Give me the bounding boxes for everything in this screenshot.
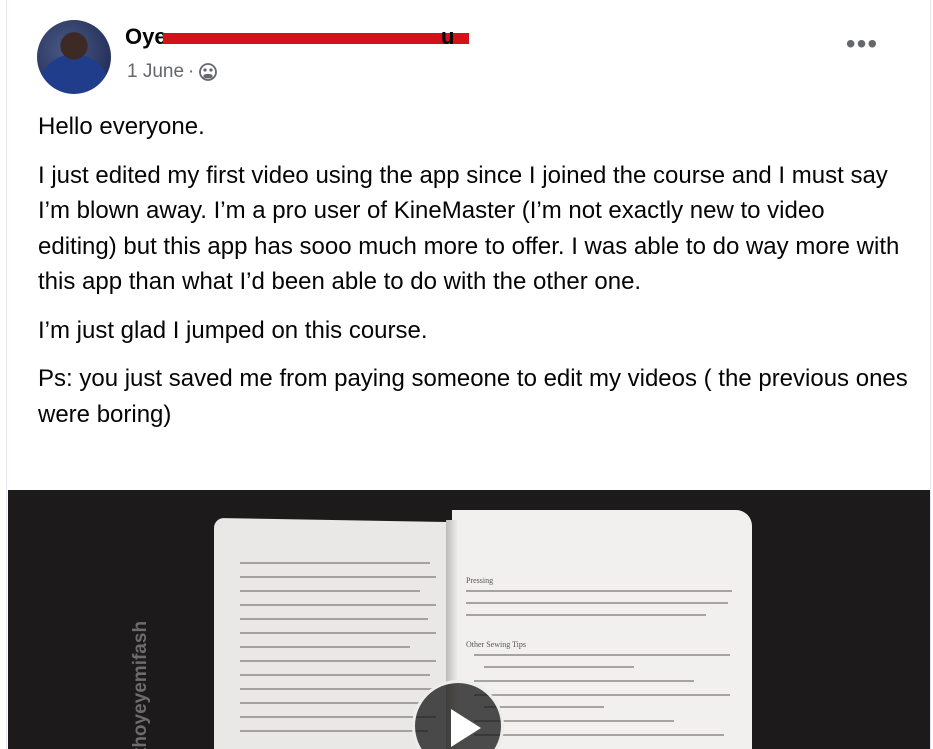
page-text-line [466,614,706,616]
page-text-line [240,576,436,578]
redaction-bar [163,33,469,44]
page-text-line [240,716,436,718]
post-meta: 1 June · [127,61,218,83]
page-text-line [240,562,430,564]
watermark-container: thoyeyemifash [126,590,160,749]
page-text-line [466,602,728,604]
page-text-line [240,674,430,676]
more-options-icon[interactable]: ••• [842,30,882,58]
post-paragraph: I just edited my first video using the a… [38,161,900,296]
page-text-line [474,720,674,722]
page-text-line [466,590,732,592]
page-text-line [474,680,694,682]
meta-separator: · [188,61,195,82]
avatar[interactable] [37,20,111,94]
post-body: Hello everyone. I just edited my first v… [38,109,908,445]
page-text-line [240,632,436,634]
page-text-line [240,604,436,606]
post-paragraph: Hello everyone. [38,113,205,140]
page-text-line [240,618,428,620]
page-text-line [240,730,428,732]
video-watermark: thoyeyemifash [130,620,151,749]
page-text-line [474,734,724,736]
post-paragraph: Ps: you just saved me from paying someon… [38,365,908,428]
page-text-line [484,706,604,708]
post-card: Oye u 1 June · ••• Hello everyone. I jus… [6,0,931,749]
globe-icon[interactable] [198,62,218,82]
post-video[interactable]: Pressing Other Sewing Tips thoyeyemifash [8,490,930,749]
page-heading: Pressing [466,576,494,585]
page-text-line [240,590,420,592]
page-heading: Other Sewing Tips [466,640,527,649]
post-date[interactable]: 1 June [127,61,184,83]
page-text-line [240,646,410,648]
author-name-tail[interactable]: u [441,24,454,50]
author-name-visible[interactable]: Oye [125,24,167,49]
author-name[interactable]: Oye [125,24,167,50]
page-text-line [240,688,436,690]
page-text-line [240,702,420,704]
page-text-line [474,654,730,656]
page-text-line [484,666,634,668]
page-text-line [240,660,436,662]
post-paragraph: I’m just glad I jumped on this course. [38,316,428,344]
page-text-line [474,694,730,696]
